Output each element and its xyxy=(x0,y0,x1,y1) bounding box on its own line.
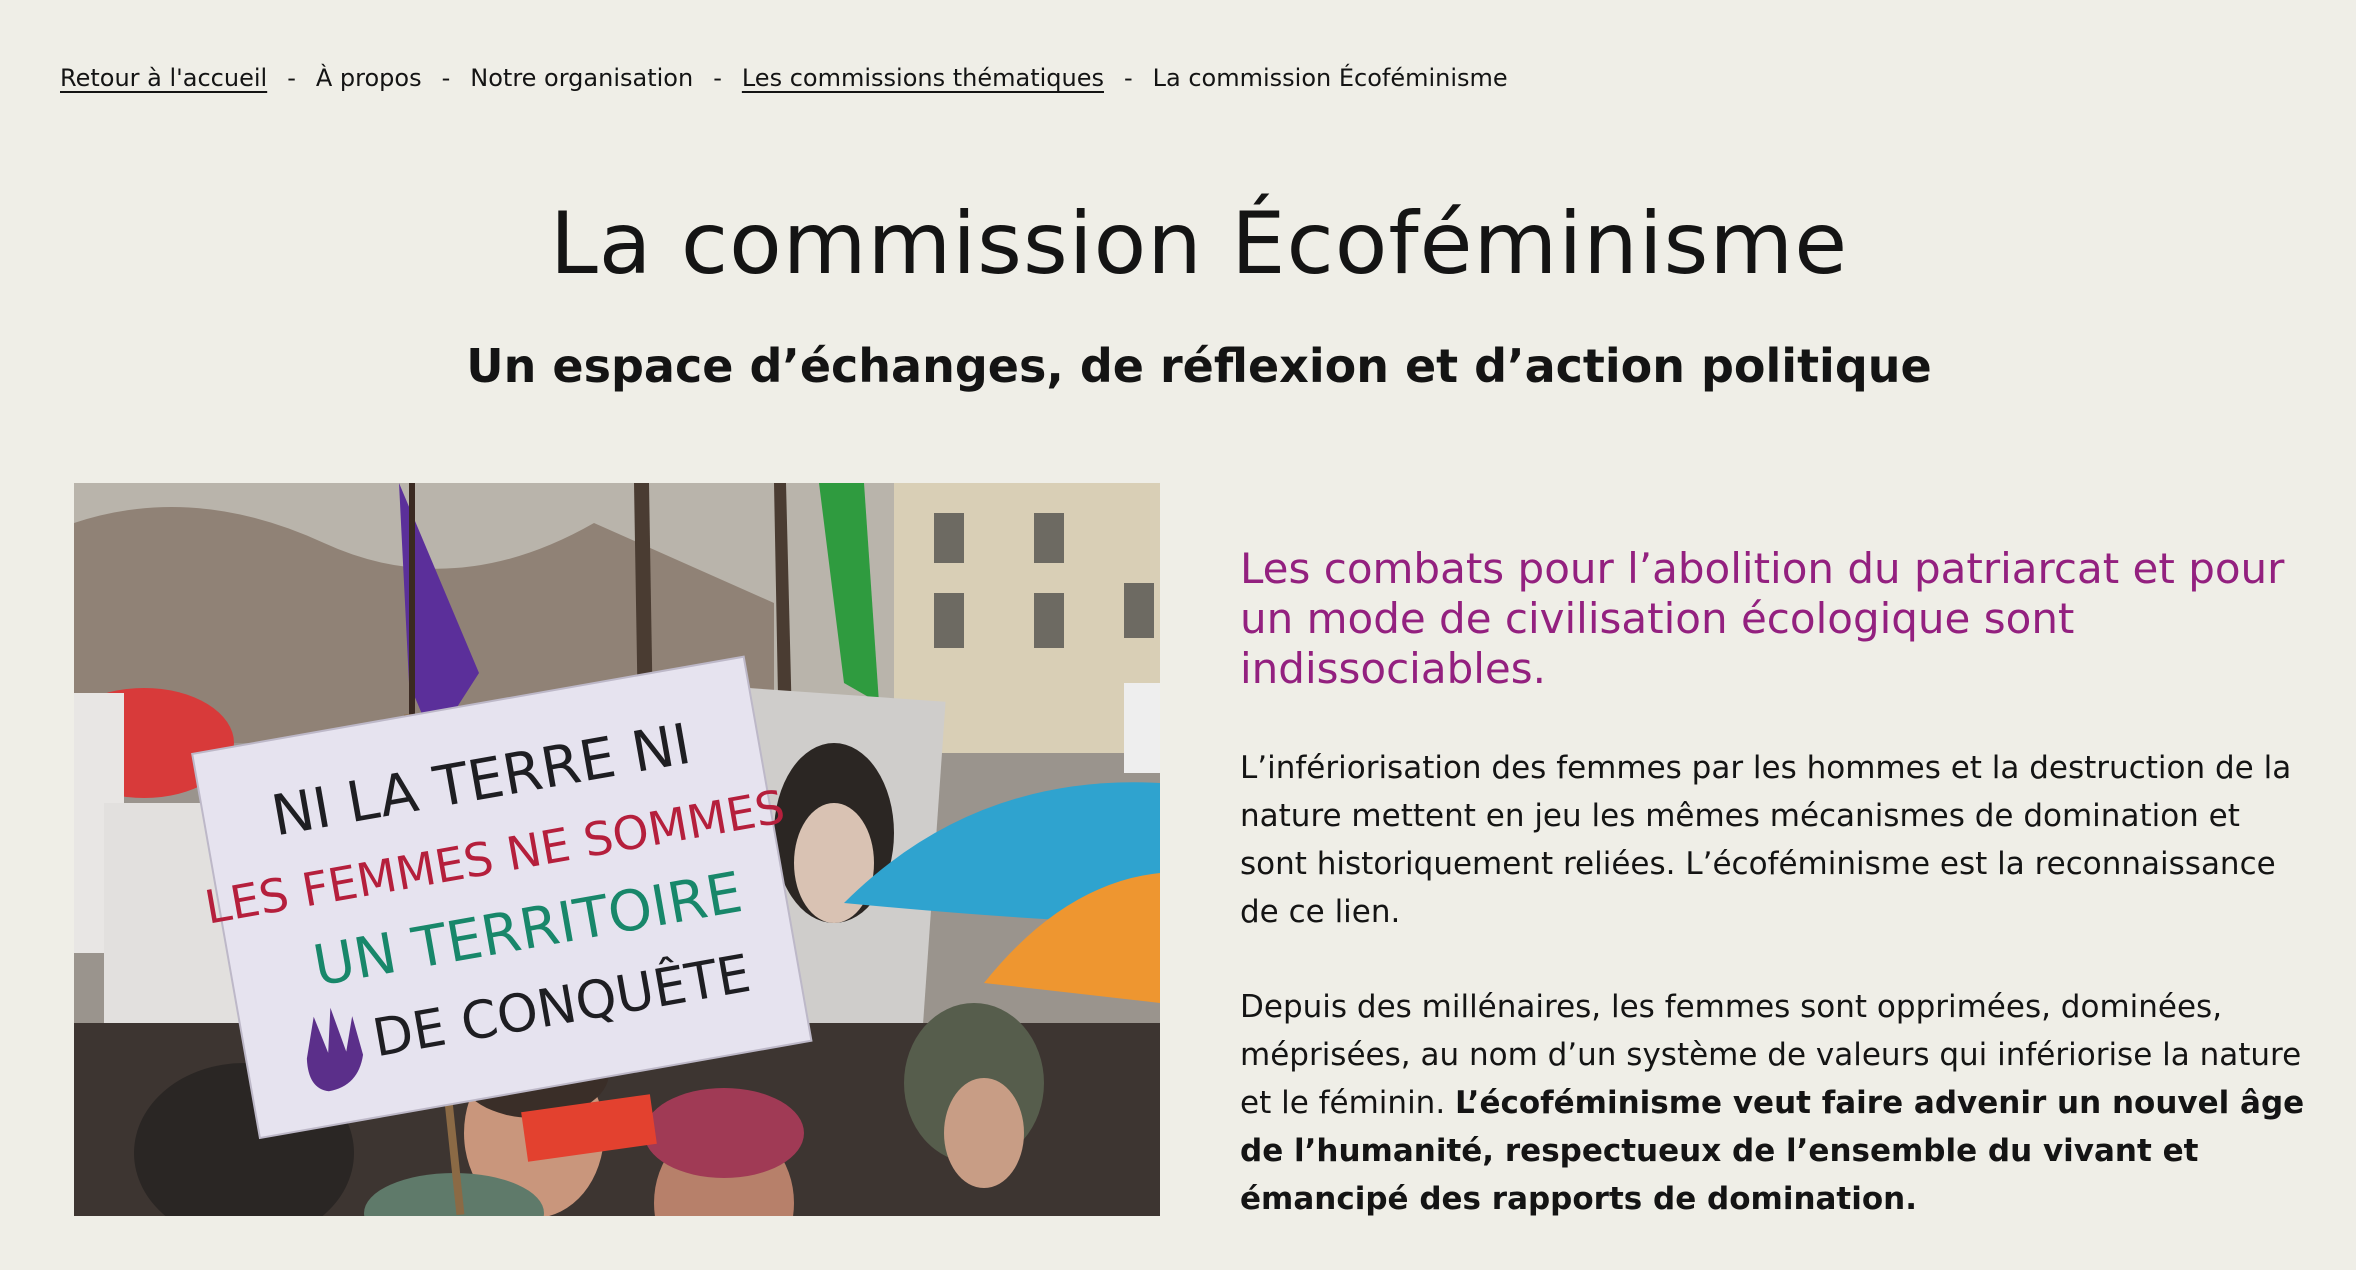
breadcrumb-commissions-link[interactable]: Les commissions thématiques xyxy=(742,64,1104,92)
breadcrumb-home-link[interactable]: Retour à l'accueil xyxy=(60,64,267,92)
breadcrumb-separator: - xyxy=(713,64,722,92)
mission-paragraph: Depuis des millénaires, les femmes sont … xyxy=(1240,983,2316,1223)
lead-statement: Les combats pour l’abolition du patriarc… xyxy=(1240,544,2285,693)
page-title: La commission Écoféminisme xyxy=(549,194,1849,294)
breadcrumb-about: À propos xyxy=(315,64,422,92)
page-subtitle: Un espace d’échanges, de réflexion et d’… xyxy=(466,339,1932,393)
protest-photo: NI LA TERRE NI LES FEMMES NE SOMMES UN T… xyxy=(74,483,1160,1216)
breadcrumb-separator: - xyxy=(287,64,296,92)
breadcrumb: Retour à l'accueil - À propos - Notre organi… xyxy=(60,60,1508,96)
breadcrumb-separator: - xyxy=(1123,64,1133,92)
breadcrumb-current: La commission Écoféminisme xyxy=(1152,64,1508,92)
intro-paragraph: L’infériorisation des femmes par les hom… xyxy=(1240,750,2292,930)
main-content: Les combats pour l’abolition du patriarc… xyxy=(1240,544,2316,1270)
breadcrumb-separator: - xyxy=(441,64,451,92)
breadcrumb-organisation: Notre organisation xyxy=(470,64,694,92)
